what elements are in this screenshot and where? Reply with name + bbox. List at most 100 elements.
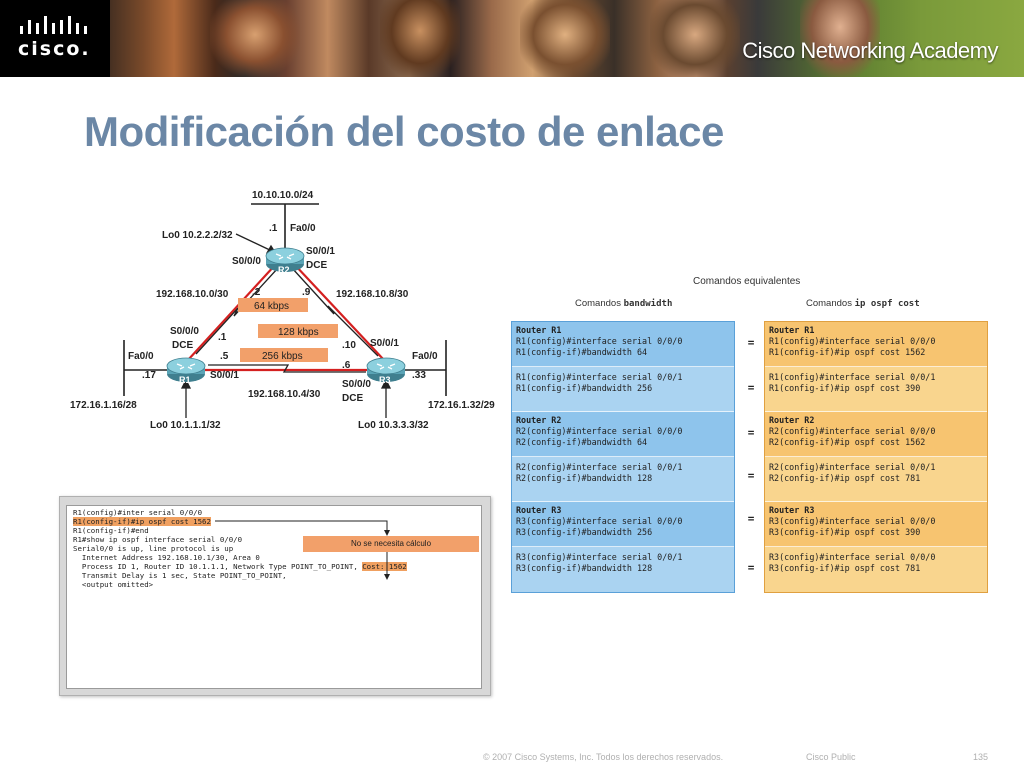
- bw-256-text: 256 kbps: [262, 351, 303, 362]
- r1-dce-label: DCE: [172, 340, 193, 351]
- r3-loopback-label: Lo0 10.3.3.3/32: [358, 420, 429, 431]
- r2-lan-label: 10.10.10.0/24: [252, 190, 314, 201]
- r2-dce-label: DCE: [306, 260, 327, 271]
- compare-head-left: Comandos bandwidth: [575, 298, 672, 309]
- network-topology: R2 R1 R3 10.10.10.0/24 Fa0/0 .1 Lo0 10.2…: [66, 182, 506, 442]
- command-line: R3(config)#interface serial 0/0/0: [516, 516, 683, 526]
- command-cell: Router R3 R3(config)#interface serial 0/…: [512, 502, 734, 547]
- ospf-cost-commands-column: Router R1 R1(config)#interface serial 0/…: [764, 321, 988, 593]
- command-cell: R2(config)#interface serial 0/0/1 R2(con…: [512, 457, 734, 502]
- r1-s001-label: S0/0/1: [210, 370, 239, 381]
- command-line: R1(config)#interface serial 0/0/0: [516, 336, 683, 346]
- equals-sign: =: [747, 512, 755, 525]
- command-line: R1(config-if)#bandwidth 64: [516, 347, 648, 357]
- command-cell: Router R3 R3(config)#interface serial 0/…: [765, 502, 987, 547]
- compare-head-right: Comandos ip ospf cost: [806, 298, 920, 309]
- bw-128-text: 128 kbps: [278, 327, 319, 338]
- compare-head-left-pre: Comandos: [575, 298, 624, 309]
- r3-dce-label: DCE: [342, 393, 363, 404]
- r2-loopback-label: Lo0 10.2.2.2/32: [162, 230, 233, 241]
- command-line: R2(config)#interface serial 0/0/1: [516, 462, 683, 472]
- banner-photo: [520, 0, 610, 77]
- r2-fa-host: .1: [269, 223, 278, 234]
- command-line: R3(config)#interface serial 0/0/0: [769, 552, 936, 562]
- command-line: R2(config-if)#ip ospf cost 1562: [769, 437, 926, 447]
- r3-fa-label: Fa0/0: [412, 351, 438, 362]
- academy-title: Cisco Networking Academy: [742, 38, 998, 63]
- r1-s000-label: S0/0/0: [170, 326, 199, 337]
- command-line: R1(config-if)#ip ospf cost 1562: [769, 347, 926, 357]
- command-line: R2(config)#interface serial 0/0/0: [769, 426, 936, 436]
- r3-s001-label: S0/0/1: [370, 338, 399, 349]
- equals-sign: =: [747, 426, 755, 439]
- router-heading: Router R2: [769, 415, 815, 425]
- router-heading: Router R3: [516, 505, 562, 515]
- command-line: R2(config)#interface serial 0/0/1: [769, 462, 936, 472]
- command-line: R3(config-if)#ip ospf cost 781: [769, 563, 921, 573]
- net-r1-r2-label: 192.168.10.0/30: [156, 289, 229, 300]
- r2-fa-label: Fa0/0: [290, 223, 316, 234]
- r3-s000-label: S0/0/0: [342, 379, 371, 390]
- command-line: R1(config-if)#ip ospf cost 390: [769, 383, 921, 393]
- compare-head-right-pre: Comandos: [806, 298, 855, 309]
- command-cell: Router R2 R2(config)#interface serial 0/…: [512, 412, 734, 457]
- command-line: R2(config)#interface serial 0/0/0: [516, 426, 683, 436]
- compare-title: Comandos equivalentes: [693, 276, 801, 287]
- cli-output: R1(config)#inter serial 0/0/0 R1(config-…: [66, 505, 482, 689]
- router-r3-name: R3: [379, 375, 391, 385]
- equals-sign: =: [747, 381, 755, 394]
- r3-lan-label: 172.16.1.32/29: [428, 400, 495, 411]
- r1-fa-label: Fa0/0: [128, 351, 154, 362]
- equals-sign: =: [747, 469, 755, 482]
- host-r3-top: .10: [342, 340, 356, 351]
- banner-photo: [380, 0, 460, 77]
- command-line: R3(config)#interface serial 0/0/1: [516, 552, 683, 562]
- equals-sign: =: [747, 561, 755, 574]
- callout-arrow-icon: [215, 520, 390, 580]
- r1-loopback-label: Lo0 10.1.1.1/32: [150, 420, 221, 431]
- command-line: R3(config)#interface serial 0/0/0: [769, 516, 936, 526]
- equals-sign: =: [747, 336, 755, 349]
- command-cell: R3(config)#interface serial 0/0/1 R3(con…: [512, 547, 734, 592]
- command-cell: Router R1 R1(config)#interface serial 0/…: [512, 322, 734, 367]
- command-line: R1(config)#interface serial 0/0/0: [769, 336, 936, 346]
- command-cell: R2(config)#interface serial 0/0/1 R2(con…: [765, 457, 987, 502]
- command-cell: R1(config)#interface serial 0/0/1 R1(con…: [765, 367, 987, 412]
- command-line: R1(config)#interface serial 0/0/1: [516, 372, 683, 382]
- r1-fa-host: .17: [142, 370, 156, 381]
- command-cell: Router R1 R1(config)#interface serial 0/…: [765, 322, 987, 367]
- command-cell: R1(config)#interface serial 0/0/1 R1(con…: [512, 367, 734, 412]
- command-line: R3(config-if)#bandwidth 128: [516, 563, 653, 573]
- r2-s001-label: S0/0/1: [306, 246, 335, 257]
- host-r2-right: .9: [302, 287, 311, 298]
- host-r1-top: .1: [218, 332, 227, 343]
- page-title: Modificación del costo de enlace: [84, 108, 724, 155]
- command-cell: R3(config)#interface serial 0/0/0 R3(con…: [765, 547, 987, 592]
- command-line: R1(config)#interface serial 0/0/1: [769, 372, 936, 382]
- host-r3-left: .6: [342, 360, 351, 371]
- router-heading: Router R3: [769, 505, 815, 515]
- cisco-logo-text: cisco.: [18, 38, 91, 60]
- compare-head-left-cmd: bandwidth: [623, 299, 673, 309]
- router-r2-name: R2: [278, 265, 290, 275]
- banner-photo: [210, 0, 300, 77]
- compare-head-right-cmd: ip ospf cost: [854, 299, 920, 309]
- command-cell: Router R2 R2(config)#interface serial 0/…: [765, 412, 987, 457]
- command-line: R3(config-if)#bandwidth 256: [516, 527, 653, 537]
- command-line: R2(config-if)#ip ospf cost 781: [769, 473, 921, 483]
- host-r1-right: .5: [220, 351, 229, 362]
- command-line: R1(config-if)#bandwidth 256: [516, 383, 653, 393]
- cli-window: R1(config)#inter serial 0/0/0 R1(config-…: [59, 496, 491, 696]
- router-heading: Router R1: [769, 325, 815, 335]
- r1-lan-label: 172.16.1.16/28: [70, 400, 137, 411]
- footer-classification: Cisco Public: [806, 752, 856, 762]
- r2-s000-label: S0/0/0: [232, 256, 261, 267]
- router-r1-name: R1: [179, 375, 191, 385]
- loopback-arrow-r2: [235, 233, 275, 253]
- router-heading: Router R2: [516, 415, 562, 425]
- command-line: R3(config-if)#ip ospf cost 390: [769, 527, 921, 537]
- command-line: R2(config-if)#bandwidth 128: [516, 473, 653, 483]
- net-r2-r3-label: 192.168.10.8/30: [336, 289, 409, 300]
- footer-copyright: © 2007 Cisco Systems, Inc. Todos los der…: [483, 752, 724, 762]
- router-heading: Router R1: [516, 325, 562, 335]
